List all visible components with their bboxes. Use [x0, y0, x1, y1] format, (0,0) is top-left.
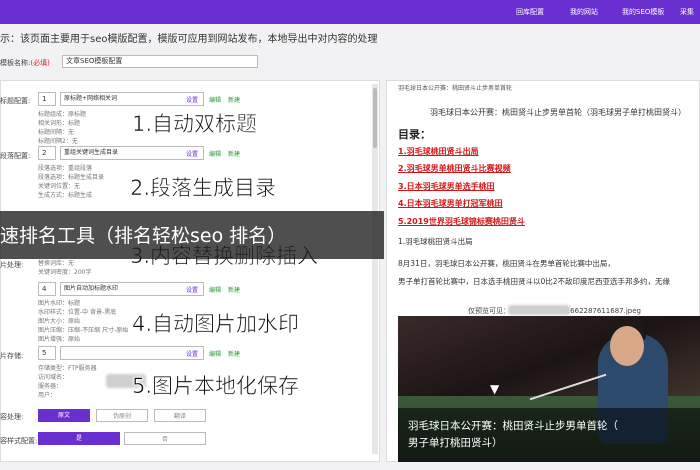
image-config-set-link[interactable]: 设置 — [186, 285, 198, 294]
page-hint: 示：该页面主要用于seo模版配置，模版可应用到网站发布，本地导出中对内容的处理 — [0, 34, 378, 45]
toc-link-4[interactable]: 4.日本羽毛球男单打冠军桃田 — [398, 198, 503, 209]
image-config-label: 片处理: — [0, 261, 24, 269]
preview-header: 羽毛球日本公开赛：桃田贤斗止步男单首轮 — [398, 85, 513, 92]
style-no-button[interactable]: 否 — [124, 432, 206, 445]
image-config-info: 图片水印：标题 水印样式：位置-中 背景-黑底 图片大小：原始 图片压缩：压缩-不压缩… — [38, 300, 129, 343]
title-config-select[interactable]: 原标题+网络相关词 — [60, 92, 204, 106]
paragraph-config-info: 段落选项：重组段落 段落选项：标题生成目录 关键词位置：无 生成方式：标题生成 — [38, 165, 105, 199]
storage-config-edit-link[interactable]: 编辑 — [209, 349, 221, 358]
preview-article-photo: ▼ 羽毛球日本公开赛：桃田贤斗止步男单首轮（ 男子单打桃田贤斗） — [398, 316, 700, 462]
paragraph-config-set-link[interactable]: 设置 — [186, 149, 198, 158]
preview-article-title: 羽毛球日本公开赛：桃田贤斗止步男单首轮（羽毛球男子单打桃田贤斗） — [430, 108, 686, 117]
scrollbar-thumb[interactable] — [373, 88, 377, 148]
paragraph-config-label: 段落配置: — [0, 152, 31, 160]
toc-link-3[interactable]: 3.日本羽毛球男单选手桃田 — [398, 181, 495, 192]
top-navbar: 回库配置 我的网站 我的SEO模板 采集 — [0, 0, 700, 24]
image-config-edit-link[interactable]: 编辑 — [209, 285, 221, 294]
toc-link-2[interactable]: 2.羽毛球男单桃田贤斗比赛视频 — [398, 163, 511, 174]
config-panel-scrollbar[interactable] — [372, 84, 378, 454]
redacted-blur — [508, 305, 570, 315]
shuttlecock-icon: ▼ — [490, 382, 500, 396]
nav-item-my-seo-templates[interactable]: 我的SEO模板 — [622, 0, 664, 24]
preview-section-heading: 1.羽毛球桃田贤斗出局 — [398, 237, 473, 246]
title-config-order[interactable]: 1 — [38, 92, 56, 106]
replace-config-info: 替换词库：无 关键词密度：200字 — [38, 260, 92, 276]
nav-item-library-config[interactable]: 回库配置 — [516, 0, 544, 24]
title-config-new-link[interactable]: 新建 — [228, 95, 240, 104]
style-yes-button[interactable]: 是 — [38, 432, 120, 445]
storage-config-set-link[interactable]: 设置 — [186, 349, 198, 358]
paragraph-config-select[interactable]: 重组关键词生成目录 — [60, 146, 204, 160]
pseudo-original-button[interactable]: 伪原创 — [96, 409, 148, 422]
storage-config-select[interactable] — [60, 346, 204, 360]
feature-label-2: 2.段落生成目录 — [130, 176, 277, 201]
title-config-label: 标题配置: — [0, 97, 31, 105]
title-config-edit-link[interactable]: 编辑 — [209, 95, 221, 104]
storage-config-new-link[interactable]: 新建 — [228, 349, 240, 358]
preview-paragraph-line-1: 8月31日，羽毛球日本公开赛，桃田贤斗在男单首轮比赛中出局， — [398, 259, 615, 268]
paragraph-config-new-link[interactable]: 新建 — [228, 149, 240, 158]
title-config-set-link[interactable]: 设置 — [186, 95, 198, 104]
paragraph-config-order[interactable]: 2 — [38, 146, 56, 160]
toc-link-1[interactable]: 1.羽毛球桃田贤斗出局 — [398, 146, 479, 157]
photo-player-head — [610, 326, 644, 366]
preview-toc-label: 目录： — [398, 128, 431, 141]
feature-label-5: 5.图片本地化保存 — [132, 374, 300, 399]
translate-button[interactable]: 翻译 — [154, 409, 206, 422]
template-name-label: 模板名称:(必填) — [0, 59, 50, 67]
feature-label-4: 4.自动图片加水印 — [132, 312, 300, 337]
image-config-order[interactable]: 4 — [38, 282, 56, 296]
storage-config-info: 存储类型：FTP服务器 访问域名： 服务器： 用户： — [38, 365, 97, 399]
title-config-info: 标题组成：原标题 相关词形：标题 标题间隔：无 标题间隔2：无 — [38, 111, 87, 145]
content-style-label: 容样式配置: — [0, 437, 38, 445]
template-name-input[interactable]: 文章SEO模板配置 — [62, 55, 258, 68]
preview-paragraph-line-2: 男子单打首轮比赛中，日本选手桃田贤斗以0比2不敌印度尼西亚选手邦多约，无缘 — [398, 277, 671, 286]
image-config-new-link[interactable]: 新建 — [228, 285, 240, 294]
banner-text: 速排名工具（排名轻松seo 排名） — [0, 225, 287, 247]
content-process-label: 容处理: — [0, 413, 24, 421]
photo-caption: 羽毛球日本公开赛：桃田贤斗止步男单首轮（ 男子单打桃田贤斗） — [408, 420, 618, 449]
nav-item-collect[interactable]: 采集 — [680, 0, 694, 24]
paragraph-config-edit-link[interactable]: 编辑 — [209, 149, 221, 158]
nav-item-my-sites[interactable]: 我的网站 — [570, 0, 598, 24]
storage-config-label: 片存储: — [0, 352, 24, 360]
title-banner-overlay: 速排名工具（排名轻松seo 排名） — [0, 211, 384, 259]
original-text-button[interactable]: 原文 — [38, 409, 90, 422]
storage-config-order[interactable]: 5 — [38, 346, 56, 360]
image-config-select[interactable]: 图片自动加标题水印 — [60, 282, 204, 296]
feature-label-1: 1.自动双标题 — [132, 112, 258, 137]
toc-link-5[interactable]: 5.2019世界羽毛球锦标赛桃田贤斗 — [398, 216, 525, 227]
